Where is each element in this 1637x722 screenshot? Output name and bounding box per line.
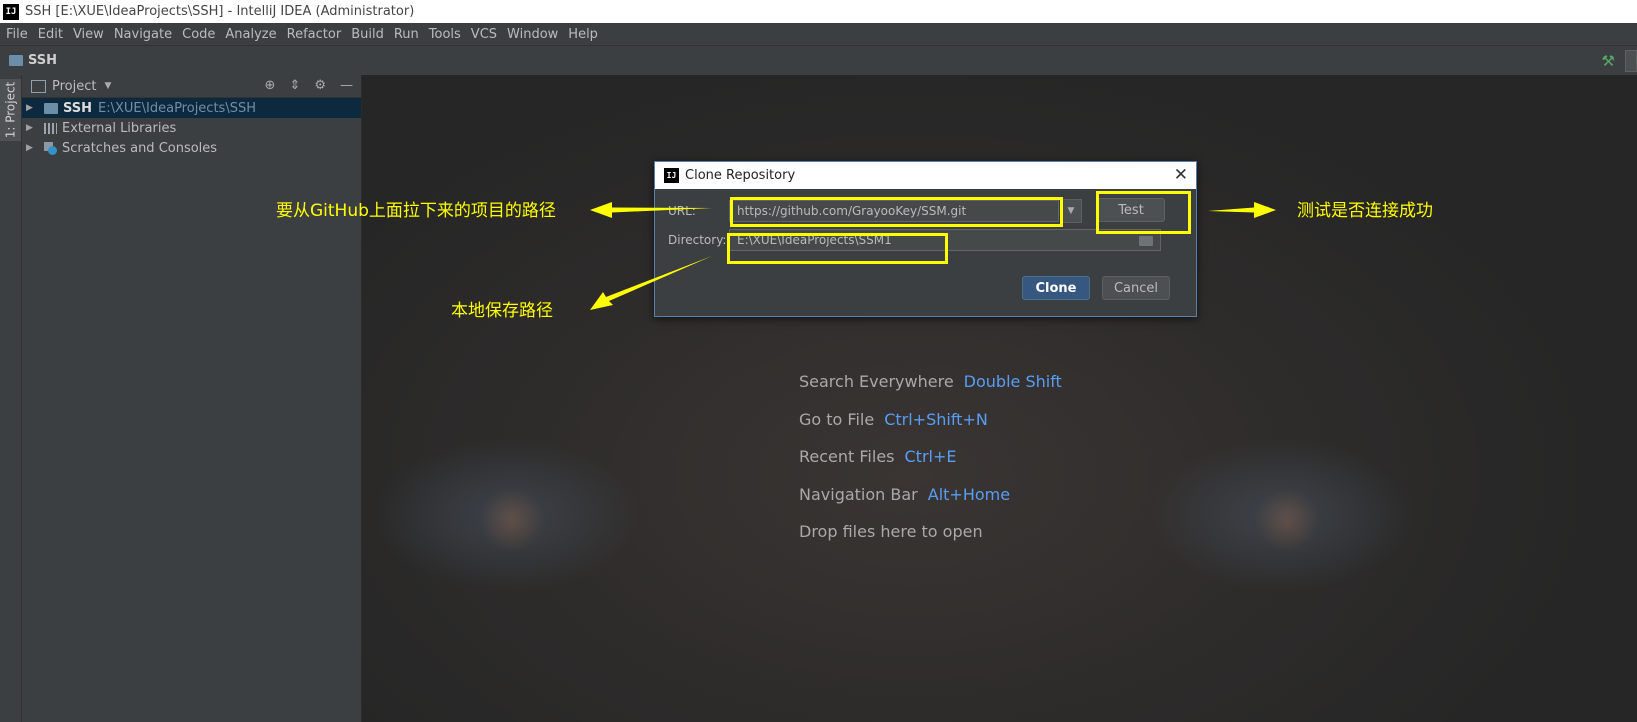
tree-item-label: SSH [63,100,93,116]
dialog-title-bar: IJ Clone Repository ✕ [655,162,1196,189]
hint-shortcut: Ctrl+E [904,447,957,466]
menu-tools[interactable]: Tools [424,27,466,42]
title-bar: IJ SSH [E:\XUE\IdeaProjects\SSH] - Intel… [0,0,1637,23]
menu-vcs[interactable]: VCS [466,27,502,42]
menu-code[interactable]: Code [177,27,220,42]
clone-button[interactable]: Clone [1022,276,1090,300]
directory-label: Directory: [668,233,727,247]
navigation-bar: SSH ⚒ [0,45,1637,76]
url-annotation: 要从GitHub上面拉下来的项目的路径 [276,201,556,221]
menu-navigate[interactable]: Navigate [109,27,177,42]
folder-icon [9,55,23,66]
menu-run[interactable]: Run [389,27,424,42]
library-icon [44,122,57,134]
gear-icon[interactable]: ⚙ [314,78,326,93]
url-label: URL: [668,204,696,218]
locate-icon[interactable]: ⊕ [265,78,276,93]
hint-text: Drop files here to open [799,522,983,541]
menu-refactor[interactable]: Refactor [282,27,347,42]
url-highlight-box [730,197,1063,227]
hint-shortcut: Alt+Home [927,484,1011,504]
hint-text: Navigation Bar [799,484,918,504]
menu-build[interactable]: Build [346,27,389,42]
project-tool-tab-label: 1: Project [3,81,18,139]
menu-file[interactable]: File [0,27,33,42]
tree-item-path: E:\XUE\IdeaProjects\SSH [98,100,256,116]
project-panel-header: Project ▼ ⊕ ⇕ ⚙ — [22,75,361,98]
menu-bar: File Edit View Navigate Code Analyze Ref… [0,23,1637,45]
build-hammer-icon[interactable]: ⚒ [1602,52,1615,70]
tree-item-external-libraries[interactable]: ▶ External Libraries [22,118,361,138]
hide-icon[interactable]: — [340,78,353,93]
collapse-all-icon[interactable]: ⇕ [289,78,300,93]
editor-hints: Search Everywhere Double Shift Go to Fil… [799,372,1062,560]
project-tree: ▶ SSH E:\XUE\IdeaProjects\SSH ▶ External… [22,98,361,158]
left-tool-strip: 1: Project [0,75,22,722]
project-panel-tools: ⊕ ⇕ ⚙ — [265,78,353,93]
hint-shortcut: Ctrl+Shift+N [884,409,988,429]
dialog-title: Clone Repository [685,168,796,183]
hint-text: Search Everywhere [799,372,954,391]
menu-edit[interactable]: Edit [33,27,68,42]
hint-text: Recent Files [799,447,895,466]
project-panel-title[interactable]: Project [52,79,96,94]
hint-navigation-bar: Navigation Bar Alt+Home [799,485,1062,523]
chevron-down-icon: ▼ [1067,206,1075,216]
menu-analyze[interactable]: Analyze [220,27,281,42]
close-icon[interactable]: ✕ [1174,165,1188,185]
hint-text: Go to File [799,409,875,429]
browse-folder-icon[interactable] [1139,236,1153,246]
hint-go-to-file: Go to File Ctrl+Shift+N [799,410,1062,448]
project-tool-tab[interactable]: 1: Project [0,79,21,141]
tree-item-scratches[interactable]: ▶ Scratches and Consoles [22,138,361,158]
tree-item-label: Scratches and Consoles [62,140,218,156]
window-title: SSH [E:\XUE\IdeaProjects\SSH] - IntelliJ… [25,4,415,19]
tree-item-ssh[interactable]: ▶ SSH E:\XUE\IdeaProjects\SSH [22,98,361,118]
directory-highlight-box [727,233,948,264]
scratches-icon [44,141,57,155]
menu-help[interactable]: Help [563,27,603,42]
expand-arrow-icon[interactable]: ▶ [26,103,34,113]
expand-arrow-icon[interactable]: ▶ [26,123,34,133]
hint-recent-files: Recent Files Ctrl+E [799,447,1062,485]
chevron-down-icon[interactable]: ▼ [104,81,111,91]
clone-button-label: Clone [1035,280,1077,296]
breadcrumb-label: SSH [28,53,58,68]
intellij-icon: IJ [664,168,679,183]
directory-annotation: 本地保存路径 [451,301,553,321]
hint-search-everywhere: Search Everywhere Double Shift [799,372,1062,410]
project-panel: Project ▼ ⊕ ⇕ ⚙ — ▶ SSH E:\XUE\IdeaProje… [22,75,362,722]
expand-arrow-icon[interactable]: ▶ [26,143,34,153]
url-history-dropdown[interactable]: ▼ [1060,199,1082,223]
breadcrumb-ssh[interactable]: SSH [9,53,57,68]
hint-drop-files: Drop files here to open [799,522,1062,560]
module-folder-icon [44,102,58,114]
run-config-selector[interactable] [1625,50,1637,72]
test-annotation: 测试是否连接成功 [1297,201,1433,221]
menu-view[interactable]: View [68,27,109,42]
cancel-button[interactable]: Cancel [1102,276,1170,300]
test-highlight-box [1096,191,1191,234]
cancel-button-label: Cancel [1113,280,1159,296]
hint-shortcut: Double Shift [963,372,1062,391]
project-view-icon [31,79,46,93]
tree-item-label: External Libraries [62,120,177,136]
menu-window[interactable]: Window [502,27,563,42]
intellij-icon: IJ [3,3,19,20]
